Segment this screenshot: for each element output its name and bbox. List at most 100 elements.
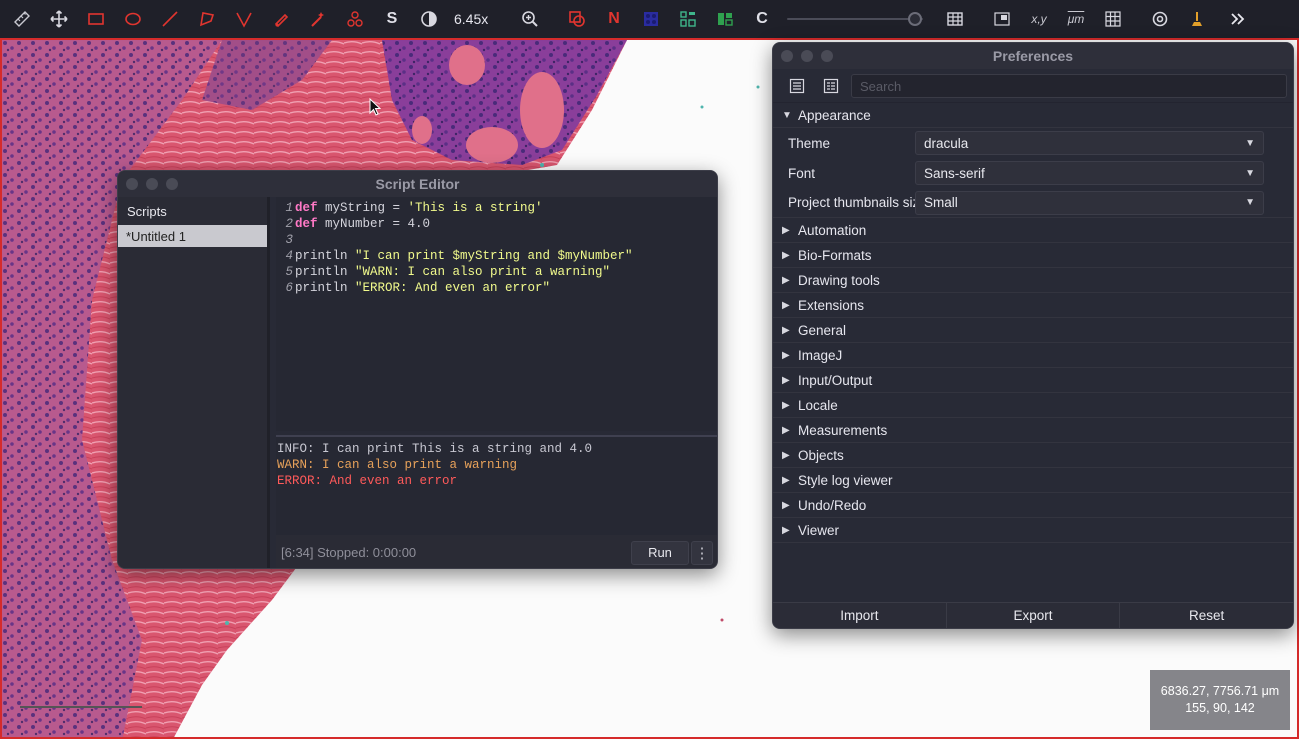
ruler-icon[interactable] [8, 5, 36, 33]
more-chevron-icon[interactable] [1224, 5, 1252, 33]
section-label: General [798, 322, 847, 338]
close-window-button[interactable] [126, 178, 138, 190]
show-location-button[interactable]: x,y [1025, 5, 1053, 33]
font-label: Font [788, 165, 816, 181]
console-warn-line: WARN: I can also print a warning [277, 458, 518, 472]
thumbnails-label: Project thumbnails size [788, 195, 927, 210]
section-label: Locale [798, 397, 838, 413]
line-icon[interactable] [156, 5, 184, 33]
section-undo-redo[interactable]: ▶ Undo/Redo [773, 493, 1293, 518]
section-bio-formats[interactable]: ▶ Bio-Formats [773, 243, 1293, 268]
fill-detections-icon[interactable] [711, 5, 739, 33]
line-number: 6 [285, 281, 293, 295]
wand-icon[interactable] [304, 5, 332, 33]
section-label: Objects [798, 447, 844, 463]
section-drawing-tools[interactable]: ▶ Drawing tools [773, 268, 1293, 293]
line-number: 3 [285, 233, 293, 247]
preferences-search-input[interactable]: Search [851, 73, 1287, 98]
rectangle-icon[interactable] [82, 5, 110, 33]
reset-button[interactable]: Reset [1120, 603, 1293, 628]
brush-icon[interactable] [267, 5, 295, 33]
collapsed-triangle-icon: ▶ [782, 249, 790, 261]
script-status-bar: [6:34] Stopped: 0:00:00 Run ⋮ [276, 535, 717, 568]
tma-grid-icon[interactable] [637, 5, 665, 33]
measurement-table-icon[interactable] [941, 5, 969, 33]
code-line: 6 println "ERROR: And even an error" [276, 280, 717, 296]
collapsed-triangle-icon: ▶ [782, 224, 790, 236]
section-locale[interactable]: ▶ Locale [773, 393, 1293, 418]
points-icon[interactable] [341, 5, 369, 33]
section-style-log-viewer[interactable]: ▶ Style log viewer [773, 468, 1293, 493]
category-view-icon[interactable] [817, 74, 845, 98]
code-line: 1 def myString = 'This is a string' [276, 200, 717, 216]
run-button[interactable]: Run [631, 540, 689, 565]
section-label: Undo/Redo [798, 497, 867, 513]
minimize-window-button[interactable] [801, 50, 813, 62]
detections-icon[interactable] [674, 5, 702, 33]
coords-physical: 6836.27, 7756.71 μm [1160, 684, 1280, 698]
script-editor-titlebar[interactable]: Script Editor [118, 171, 717, 197]
list-view-icon[interactable] [783, 74, 811, 98]
close-window-button[interactable] [781, 50, 793, 62]
section-appearance[interactable]: ▼ Appearance [773, 103, 1293, 128]
section-label: Style log viewer [798, 472, 893, 488]
settings-gear-icon[interactable] [1146, 5, 1174, 33]
polyline-icon[interactable] [230, 5, 258, 33]
theme-select[interactable]: dracula ▼ [915, 131, 1264, 155]
section-label: Bio-Formats [798, 247, 872, 263]
counter-button[interactable]: N [600, 5, 628, 33]
brightness-contrast-icon[interactable] [415, 5, 443, 33]
polygon-icon[interactable] [193, 5, 221, 33]
section-label: Drawing tools [798, 272, 880, 288]
grid-icon[interactable] [1099, 5, 1127, 33]
font-select[interactable]: Sans-serif ▼ [915, 161, 1264, 185]
line-number: 4 [285, 249, 293, 263]
section-general[interactable]: ▶ General [773, 318, 1293, 343]
section-objects[interactable]: ▶ Objects [773, 443, 1293, 468]
preferences-titlebar[interactable]: Preferences [773, 43, 1293, 69]
code-string: "I can print $myString and $myNumber" [355, 249, 633, 263]
export-button[interactable]: Export [946, 603, 1121, 628]
minimize-window-button[interactable] [146, 178, 158, 190]
section-label: Viewer [798, 522, 840, 538]
selection-mode-button[interactable]: S [378, 5, 406, 33]
zoom-window-button[interactable] [821, 50, 833, 62]
chevron-down-icon: ▼ [1245, 137, 1255, 149]
zoom-window-button[interactable] [166, 178, 178, 190]
section-viewer[interactable]: ▶ Viewer [773, 518, 1293, 543]
import-button[interactable]: Import [773, 603, 947, 628]
section-imagej[interactable]: ▶ ImageJ [773, 343, 1293, 368]
collapsed-triangle-icon: ▶ [782, 374, 790, 386]
ellipse-icon[interactable] [119, 5, 147, 33]
show-annotations-icon[interactable] [563, 5, 591, 33]
more-options-icon[interactable]: ⋮ [691, 540, 713, 565]
font-value: Sans-serif [924, 165, 985, 181]
move-icon[interactable] [45, 5, 73, 33]
section-input-output[interactable]: ▶ Input/Output [773, 368, 1293, 393]
section-extensions[interactable]: ▶ Extensions [773, 293, 1293, 318]
code-text: println [295, 249, 356, 263]
channel-button[interactable]: C [748, 5, 776, 33]
section-measurements[interactable]: ▶ Measurements [773, 418, 1293, 443]
theme-label: Theme [788, 135, 831, 151]
pixel-classifier-icon[interactable] [1183, 5, 1211, 33]
code-text: myNumber = 4.0 [317, 217, 431, 231]
collapsed-triangle-icon: ▶ [782, 424, 790, 436]
thumbnails-value: Small [924, 195, 958, 210]
code-text: myString = [317, 201, 408, 215]
preference-sections: ▶ Automation ▶ Bio-Formats ▶ Drawing tools ▶ Ex… [773, 218, 1293, 543]
overview-icon[interactable] [988, 5, 1016, 33]
collapsed-triangle-icon: ▶ [782, 324, 790, 336]
window-title: Preferences [992, 48, 1074, 64]
section-label: ImageJ [798, 347, 843, 363]
code-editor[interactable]: 1 def myString = 'This is a string' 2 def m… [276, 197, 717, 431]
section-automation[interactable]: ▶ Automation [773, 218, 1293, 243]
output-console[interactable]: INFO: I can print This is a string and 4… [276, 435, 717, 535]
zoom-to-fit-icon[interactable] [516, 5, 544, 33]
opacity-slider[interactable] [787, 9, 923, 29]
collapsed-triangle-icon: ▶ [782, 499, 790, 511]
collapsed-triangle-icon: ▶ [782, 474, 790, 486]
thumbnails-select[interactable]: Small ▼ [915, 190, 1264, 215]
scalebar-button[interactable]: μm [1062, 5, 1090, 33]
script-item-untitled-1[interactable]: *Untitled 1 [118, 225, 267, 247]
